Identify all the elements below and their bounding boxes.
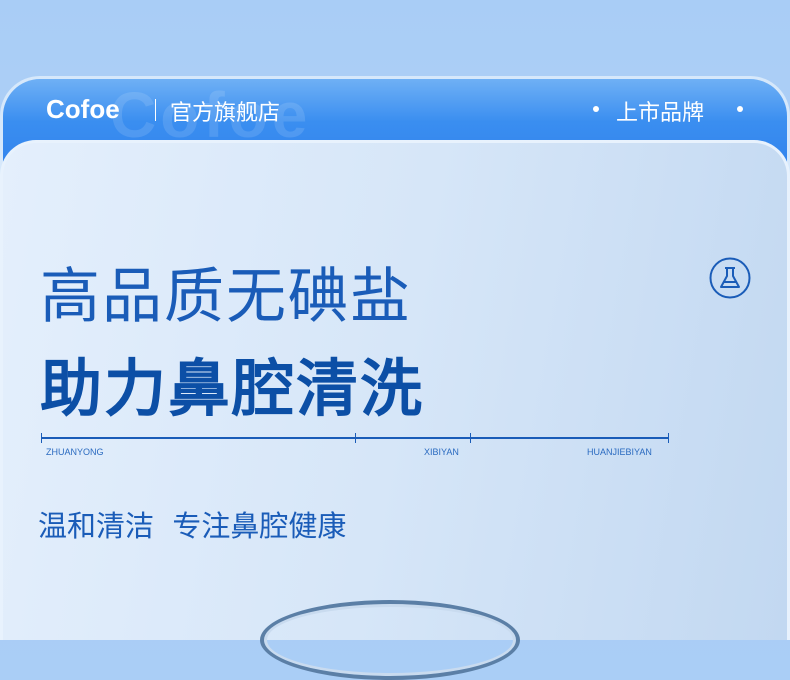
timeline-tick — [41, 433, 42, 443]
headline-line1: 高品质无碘盐 — [40, 262, 412, 332]
headline-line2: 助力鼻腔清洗 — [40, 352, 425, 425]
timeline-label: ZHUANYONG — [46, 447, 104, 457]
store-label: 官方旗舰店 — [170, 101, 281, 126]
product-bowl-image — [260, 600, 520, 680]
brand-logo: Cofoe — [46, 94, 120, 124]
timeline-tick — [668, 433, 669, 443]
subtitle: 温和清洁 专注鼻腔健康 — [38, 509, 347, 543]
divider — [155, 99, 156, 121]
flask-icon — [709, 257, 751, 299]
bullet-dot — [737, 106, 743, 112]
timeline-tick — [470, 433, 471, 443]
timeline-label: HUANJIEBIYAN — [587, 447, 652, 457]
timeline-tick — [355, 433, 356, 443]
bullet-dot — [593, 106, 599, 112]
timeline-label: XIBIYAN — [424, 447, 459, 457]
listed-brand-label: 上市品牌 — [616, 101, 705, 126]
